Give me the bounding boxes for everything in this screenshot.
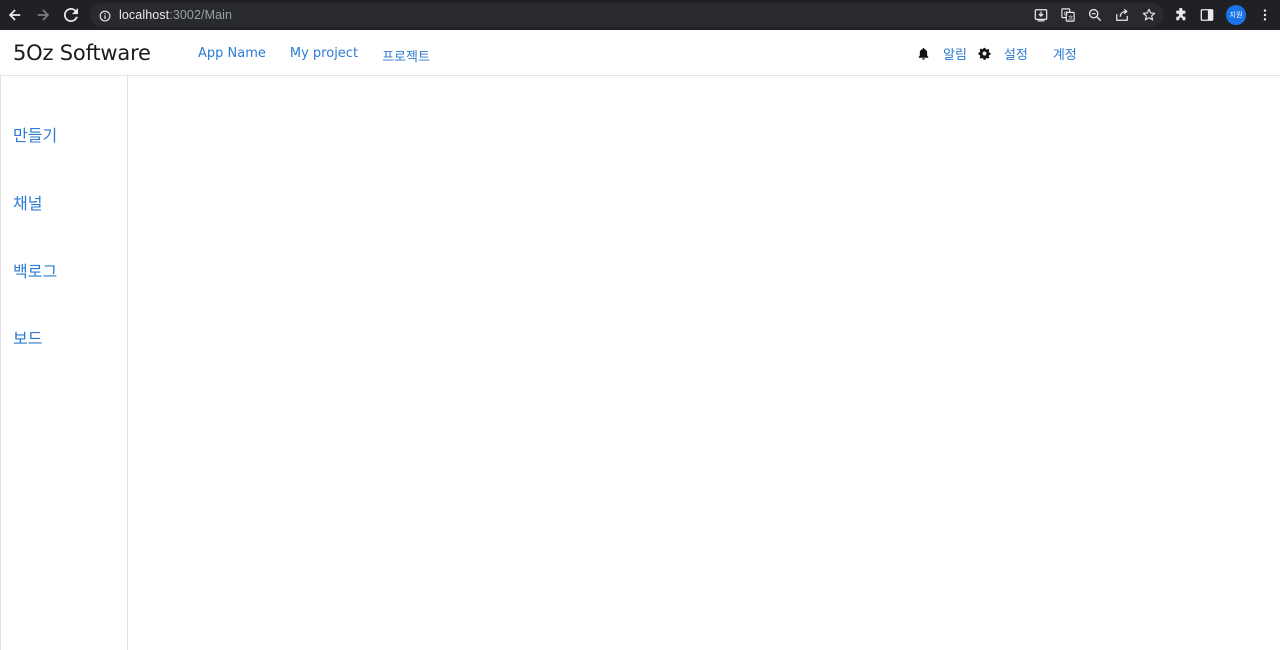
sidebar-item-backlog[interactable]: 백로그 (13, 258, 57, 282)
nav-app-name[interactable]: App Name (198, 46, 266, 65)
notifications-link[interactable]: 알림 (943, 44, 967, 63)
settings-link[interactable]: 설정 (1004, 44, 1028, 63)
gear-icon[interactable] (978, 47, 991, 60)
profile-avatar[interactable]: 지원 (1226, 5, 1246, 25)
star-icon[interactable] (1142, 8, 1156, 22)
url-text: localhost:3002/Main (119, 8, 232, 22)
zoom-icon[interactable] (1088, 8, 1102, 22)
back-icon[interactable] (2, 2, 28, 28)
nav-project[interactable]: 프로젝트 (382, 46, 430, 65)
nav-my-project[interactable]: My project (290, 46, 358, 65)
sidepanel-icon[interactable] (1200, 8, 1214, 22)
url-path: :3002/Main (169, 8, 233, 22)
main-content (129, 76, 1280, 650)
top-nav: App Name My project 프로젝트 (198, 46, 430, 65)
app-header: 5Oz Software App Name My project 프로젝트 알림… (0, 30, 1280, 76)
browser-toolbar: localhost:3002/Main G文 지원 (0, 0, 1280, 30)
header-actions: 알림 설정 계정 (917, 44, 1077, 63)
extensions-icon[interactable] (1174, 8, 1188, 22)
sidebar-item-board[interactable]: 보드 (13, 325, 42, 349)
brand-logo[interactable]: 5Oz Software (13, 41, 151, 65)
svg-text:G: G (1064, 11, 1068, 17)
install-icon[interactable] (1034, 8, 1048, 22)
url-host: localhost (119, 8, 170, 22)
translate-icon[interactable]: G文 (1061, 8, 1075, 22)
account-link[interactable]: 계정 (1053, 44, 1077, 63)
sidebar: 만들기 채널 백로그 보드 (0, 76, 128, 650)
info-icon[interactable] (99, 9, 111, 22)
share-icon[interactable] (1115, 8, 1129, 22)
menu-icon[interactable] (1258, 8, 1272, 22)
svg-text:文: 文 (1068, 13, 1074, 21)
reload-icon[interactable] (58, 2, 84, 28)
address-bar[interactable]: localhost:3002/Main G文 (90, 3, 1164, 27)
bell-icon[interactable] (917, 47, 930, 60)
sidebar-item-channel[interactable]: 채널 (13, 190, 42, 214)
forward-icon[interactable] (30, 2, 56, 28)
sidebar-item-create[interactable]: 만들기 (13, 122, 57, 146)
